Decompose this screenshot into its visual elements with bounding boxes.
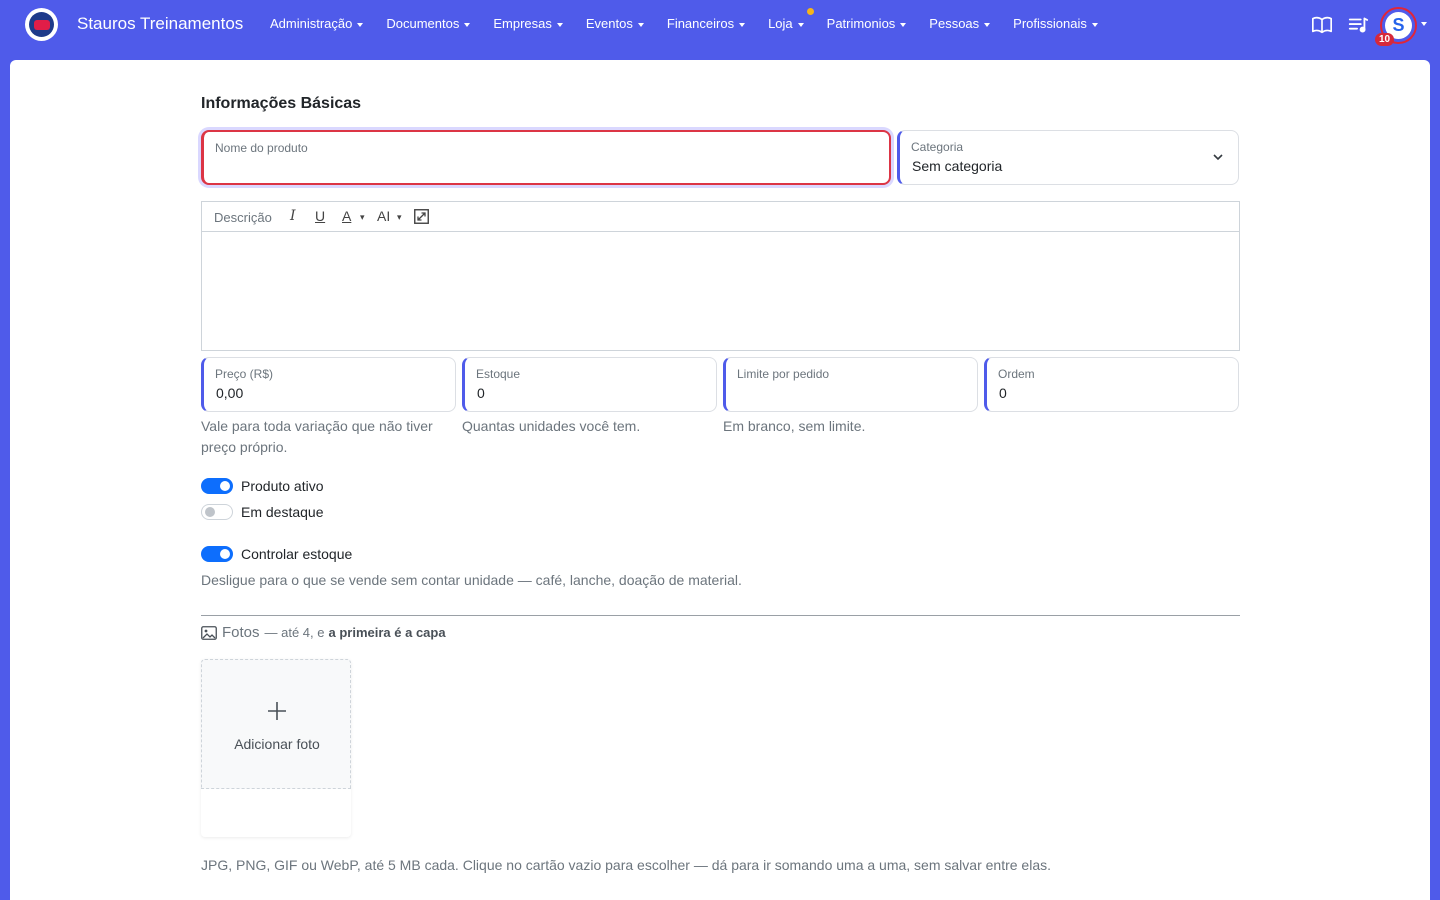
field-label: Estoque (476, 367, 521, 381)
caret-down-icon (797, 22, 804, 27)
caret-down-icon (464, 22, 471, 27)
playlist-music-icon[interactable] (1347, 14, 1369, 36)
field-value: 0,00 (216, 385, 244, 401)
font-size-icon[interactable]: AI (377, 208, 390, 224)
featured-label: Em destaque (241, 504, 324, 520)
menu-label: Financeiros (666, 16, 735, 31)
menu-financeiros[interactable]: Financeiros (666, 16, 746, 31)
category-select[interactable]: Categoria Sem categoria (897, 130, 1239, 185)
stock-help: Quantas unidades você tem. (462, 418, 641, 434)
field-value: Sem categoria (912, 158, 1003, 174)
menu-loja[interactable]: Loja (768, 8, 814, 31)
brand-logo-mark (29, 12, 54, 37)
caret-down-icon (637, 22, 644, 27)
product-name-field[interactable]: Nome do produto (201, 130, 891, 185)
images-icon (201, 625, 217, 640)
menu-eventos[interactable]: Eventos (586, 16, 644, 31)
add-photo-card[interactable]: Adicionar foto (201, 659, 351, 837)
editor-placeholder: Descrição (214, 210, 272, 225)
menu-empresas[interactable]: Empresas (493, 16, 563, 31)
text-color-icon[interactable]: A (342, 208, 351, 224)
description-editor[interactable]: Descrição I U A ▾ AI ▾ (201, 201, 1240, 351)
italic-icon[interactable]: I (290, 208, 296, 224)
add-photo-label: Adicionar foto (234, 736, 320, 752)
menu-patrimonios[interactable]: Patrimonios (827, 16, 907, 31)
notification-dot (806, 8, 814, 15)
menu-label: Administração (270, 16, 353, 31)
photos-title: Fotos (222, 624, 260, 641)
price-help: Vale para toda variação que não tiver pr… (201, 418, 433, 455)
product-active-toggle[interactable] (201, 478, 233, 494)
order-limit-help: Em branco, sem limite. (723, 418, 866, 434)
caret-down-icon (984, 22, 991, 27)
photos-subtitle-bold: a primeira é a capa (328, 625, 446, 640)
main-menu: Administração Documentos Empresas Evento… (270, 8, 1121, 31)
caret-down-icon (900, 22, 907, 27)
caret-down-icon[interactable] (1421, 22, 1427, 26)
menu-label: Loja (768, 16, 793, 31)
order-field[interactable]: Ordem 0 (984, 357, 1239, 412)
brand-logo[interactable] (25, 8, 58, 41)
stock-control-toggle[interactable] (201, 546, 233, 562)
field-label: Ordem (998, 367, 1035, 381)
field-value: 0 (999, 385, 1007, 401)
field-label: Categoria (911, 140, 964, 154)
underline-icon[interactable]: U (315, 208, 325, 224)
chevron-down-icon[interactable]: ▾ (397, 212, 402, 223)
brand-name[interactable]: Stauros Treinamentos (77, 14, 243, 34)
divider (201, 615, 1240, 616)
chevron-down-icon[interactable]: ▾ (360, 212, 365, 223)
notification-count-badge: 10 (1375, 33, 1395, 46)
chevron-down-icon (1213, 154, 1223, 161)
menu-label: Documentos (386, 16, 460, 31)
menu-label: Pessoas (929, 16, 980, 31)
stock-field[interactable]: Estoque 0 (462, 357, 717, 412)
stock-control-help: Desligue para o que se vende sem contar … (201, 572, 742, 588)
menu-label: Profissionais (1013, 16, 1087, 31)
menu-label: Empresas (493, 16, 552, 31)
field-label: Nome do produto (215, 141, 308, 155)
editor-toolbar: Descrição I U A ▾ AI ▾ (202, 202, 1239, 232)
top-navbar: Stauros Treinamentos Administração Docum… (0, 0, 1440, 50)
featured-toggle[interactable] (201, 504, 233, 520)
photos-subtitle: — até 4, e (264, 625, 325, 640)
menu-pessoas[interactable]: Pessoas (929, 16, 991, 31)
caret-down-icon (556, 22, 563, 27)
field-value: 0 (477, 385, 485, 401)
menu-label: Eventos (585, 16, 633, 31)
fullscreen-icon[interactable] (414, 209, 429, 227)
menu-administracao[interactable]: Administração (270, 16, 364, 31)
price-field[interactable]: Preço (R$) 0,00 (201, 357, 456, 412)
stock-control-label: Controlar estoque (241, 546, 353, 562)
caret-down-icon (1091, 22, 1098, 27)
section-title: Informações Básicas (201, 95, 362, 112)
field-label: Preço (R$) (215, 367, 274, 381)
caret-down-icon (739, 22, 746, 27)
photo-dropzone[interactable]: Adicionar foto (201, 659, 351, 789)
menu-profissionais[interactable]: Profissionais (1013, 16, 1098, 31)
field-label: Limite por pedido (737, 367, 830, 381)
book-icon[interactable] (1311, 14, 1333, 36)
order-limit-field[interactable]: Limite por pedido (723, 357, 978, 412)
caret-down-icon (357, 22, 364, 27)
menu-documentos[interactable]: Documentos (386, 16, 471, 31)
menu-label: Patrimonios (826, 16, 896, 31)
photos-header: Fotos — até 4, e a primeira é a capa (201, 624, 446, 641)
photos-help: JPG, PNG, GIF ou WebP, até 5 MB cada. Cl… (201, 857, 1052, 873)
plus-icon (268, 702, 286, 720)
product-active-label: Produto ativo (241, 478, 324, 494)
